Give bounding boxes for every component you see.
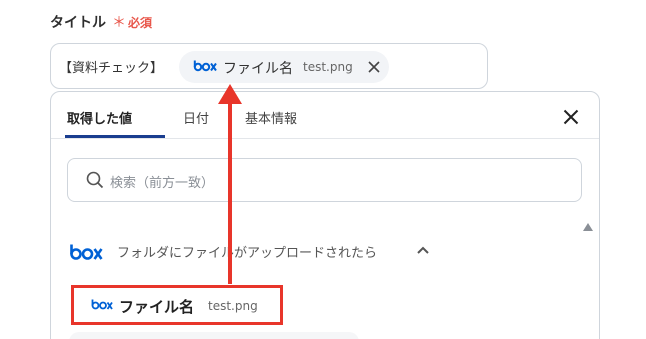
- required-asterisk: ＊: [112, 15, 126, 31]
- box-logo-icon: [193, 60, 217, 72]
- title-field-label: タイトル ＊必須: [50, 12, 152, 32]
- tab-basic-info[interactable]: 基本情報: [245, 108, 297, 127]
- close-icon[interactable]: [563, 109, 579, 125]
- box-logo-icon: [70, 244, 103, 260]
- search-placeholder: 検索（前方一致）: [110, 176, 215, 191]
- search-input[interactable]: 検索（前方一致）: [67, 158, 582, 202]
- list-item[interactable]: [69, 332, 359, 339]
- title-input[interactable]: 【資料チェック】 ファイル名 test.png: [50, 43, 488, 89]
- field-label-text: タイトル: [50, 15, 106, 31]
- chip-label: ファイル名: [223, 61, 293, 77]
- scroll-up-arrow-icon[interactable]: [583, 223, 593, 231]
- tab-acquired-values[interactable]: 取得した値: [67, 108, 132, 127]
- required-text: 必須: [128, 16, 153, 30]
- value-picker-panel: 取得した値 日付 基本情報 検索（前方一致） フォルダにファイルがアップロードさ…: [50, 91, 600, 339]
- title-prefix-text: 【資料チェック】: [59, 61, 164, 76]
- active-tab-indicator: [65, 135, 165, 138]
- chevron-up-icon[interactable]: [417, 246, 429, 254]
- tab-date[interactable]: 日付: [183, 108, 209, 127]
- variable-chip[interactable]: ファイル名 test.png: [179, 51, 389, 83]
- trigger-group-header[interactable]: フォルダにファイルがアップロードされたら: [67, 238, 447, 264]
- group-label: フォルダにファイルがアップロードされたら: [117, 246, 378, 261]
- chip-value: test.png: [303, 60, 353, 74]
- close-icon[interactable]: [367, 60, 381, 74]
- item-label: ファイル名: [119, 298, 195, 316]
- page: タイトル ＊必須 【資料チェック】 ファイル名 test.png 取得した値 日付…: [0, 0, 646, 339]
- item-value: test.png: [208, 299, 258, 313]
- list-item[interactable]: ファイル名 test.png: [71, 285, 283, 325]
- tab-bar: 取得した値 日付 基本情報: [51, 92, 599, 139]
- search-icon: [86, 171, 104, 189]
- box-logo-icon: [91, 299, 113, 310]
